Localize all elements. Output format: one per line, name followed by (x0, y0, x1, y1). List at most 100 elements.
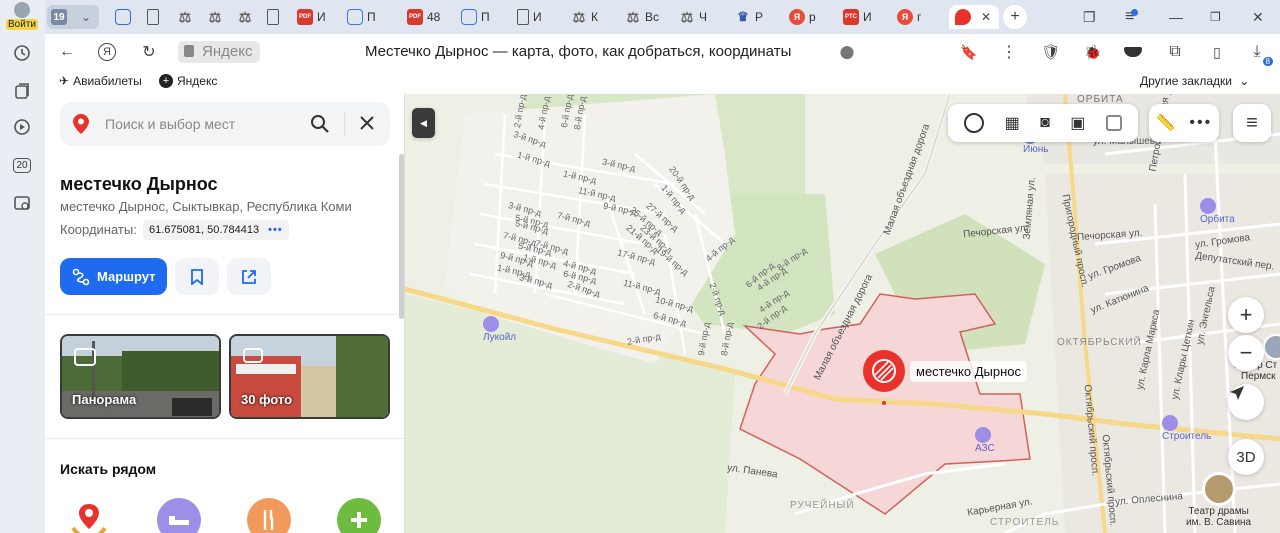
sidebar-toggle-icon[interactable]: ▯ (1205, 40, 1229, 64)
search-divider (344, 112, 345, 136)
traffic-icon[interactable] (1105, 115, 1122, 131)
browser-side-rail: Войти 20 (0, 0, 45, 533)
coordinates-value[interactable]: 61.675081, 50.784413 ••• (143, 220, 289, 240)
tab-mail-1[interactable]: П (347, 5, 376, 29)
tab-scales-1[interactable]: ⚖ (177, 5, 197, 29)
tab-scales-6[interactable]: ⚖ Ч (679, 5, 707, 29)
locate-me-button[interactable] (1228, 384, 1264, 420)
panorama-camera-icon[interactable]: ◙ (1040, 114, 1050, 132)
mail-icon (347, 9, 363, 25)
screenshot-icon[interactable] (11, 192, 33, 214)
close-icon[interactable] (358, 114, 376, 135)
site-info-icon[interactable]: ⬤ (835, 40, 859, 64)
ruler-icon[interactable]: 📏 (1156, 113, 1176, 133)
tab-rtc[interactable]: РТС И (843, 5, 872, 29)
menu-icon[interactable]: ≡ (1125, 5, 1139, 29)
nearby-hotels-icon[interactable] (157, 498, 201, 533)
more-icon[interactable]: ⋮ (997, 40, 1021, 64)
restore-icon[interactable]: ❐ (1210, 5, 1221, 29)
tab-scales-5[interactable]: ⚖ Вс (625, 5, 659, 29)
map-menu-button[interactable]: ≡ (1233, 104, 1271, 142)
theatre-icon (1201, 472, 1236, 506)
reload-icon[interactable]: ↻ (137, 40, 161, 64)
bookmark-page-icon[interactable]: 🔖 (957, 40, 981, 64)
tab-counter[interactable]: 19 ⌄ (47, 5, 99, 29)
rail-badge-20[interactable]: 20 (11, 154, 33, 176)
tab-doc-3[interactable]: И (517, 5, 542, 29)
search-box[interactable] (60, 102, 390, 146)
page-title[interactable]: Местечко Дырнос — карта, фото, как добра… (365, 43, 791, 60)
poi-theatre[interactable]: Театр драмы им. В. Савина (1186, 472, 1251, 528)
transport-icon[interactable]: ▣ (1070, 113, 1085, 133)
tab-scales-4[interactable]: ⚖ К (571, 5, 598, 29)
poi-lukoil[interactable]: Лукойл (483, 316, 516, 343)
tab-manager-icon[interactable]: ❐ (1083, 5, 1096, 29)
tab-cloud[interactable] (115, 5, 135, 29)
tab-scales-2[interactable]: ⚖ (207, 5, 227, 29)
scales-icon: ⚖ (178, 8, 192, 25)
close-window-icon[interactable]: ✕ (1252, 5, 1264, 29)
panorama-thumb[interactable]: Панорама (60, 334, 221, 419)
nearby-food-icon[interactable] (247, 498, 291, 533)
other-bookmarks[interactable]: Другие закладки ⌄ (1140, 74, 1249, 88)
extension-1-icon[interactable]: 🐞 (1081, 40, 1105, 64)
poi-azs[interactable]: АЗС (975, 427, 995, 454)
bookmark-aviabilety[interactable]: ✈ Авиабилеты (59, 74, 142, 88)
shield-icon[interactable]: 🛡 (1039, 40, 1063, 64)
map-pin-icon (73, 114, 89, 134)
address-domain[interactable]: Яндекс (178, 41, 261, 63)
tab-yandex-2[interactable]: Яг (897, 5, 921, 29)
tab-emblem[interactable]: ♛ Р (735, 5, 763, 29)
tab-doc-2[interactable] (267, 5, 283, 29)
tab-pdf-2[interactable]: PDF 48 (407, 5, 440, 29)
back-icon[interactable]: ← (55, 40, 79, 64)
bookmark-yandex[interactable]: + Яндекс (159, 74, 217, 88)
history-icon[interactable] (11, 42, 33, 64)
user-icon (14, 2, 30, 18)
zoom-out-button[interactable]: − (1228, 335, 1264, 371)
poi-stroitel[interactable]: Строитель (1162, 415, 1211, 442)
downloads-icon[interactable]: ⤓ 8 (1245, 40, 1273, 66)
yandex-plus-icon: + (159, 74, 173, 88)
map-canvas[interactable]: ОРБИТА ОКТЯБРЬСКИЙ РУЧЕЙНЫЙ СТРОИТЕЛЬ ул… (405, 94, 1280, 533)
minimize-icon[interactable]: — (1169, 5, 1183, 29)
more-icon[interactable]: ••• (1189, 114, 1212, 132)
coordinates-label: Координаты: (60, 222, 137, 237)
tab-yandex-1[interactable]: Яр (789, 5, 816, 29)
tab-mail-2[interactable]: П (461, 5, 490, 29)
photos-thumb[interactable]: 30 фото (229, 334, 390, 419)
search-input[interactable] (105, 114, 295, 134)
bookmark-button[interactable] (175, 258, 219, 295)
tab-scales-3[interactable]: ⚖ (237, 5, 257, 29)
collapse-sidebar-button[interactable]: ◀ (412, 108, 435, 138)
selected-place-label[interactable]: местечко Дырнос (910, 361, 1028, 382)
new-tab-button[interactable]: + (1003, 5, 1027, 29)
collections-icon[interactable] (11, 80, 33, 102)
map-type-icon[interactable]: ▦ (1005, 113, 1020, 133)
nearby-attractions-icon[interactable] (67, 498, 111, 533)
tab-active-maps[interactable]: ✕ (949, 5, 999, 29)
fuel-icon (483, 316, 499, 332)
poi-orbita[interactable]: Орбита (1200, 198, 1235, 225)
route-button[interactable]: Маршрут (60, 258, 167, 295)
extension-2-icon[interactable] (1121, 40, 1145, 64)
layers-icon[interactable] (964, 113, 985, 133)
more-dots-icon[interactable]: ••• (268, 224, 283, 236)
zoom-in-button[interactable]: + (1228, 297, 1264, 333)
tab-doc[interactable] (147, 5, 163, 29)
district-label: ОКТЯБРЬСКИЙ (1057, 337, 1142, 348)
tab-pdf-1[interactable]: PDF И (297, 5, 326, 29)
nearby-more-icon[interactable] (337, 498, 381, 533)
video-icon[interactable] (11, 116, 33, 138)
sidebar-scrollbar[interactable] (399, 154, 404, 319)
profile-avatar[interactable]: Войти (6, 2, 38, 30)
search-icon[interactable] (310, 114, 330, 137)
mall-icon (1200, 198, 1216, 214)
close-tab-icon[interactable]: ✕ (981, 10, 991, 24)
yandex-home-icon[interactable]: Я (95, 40, 119, 64)
extensions-puzzle-icon[interactable]: ⧉ (1163, 40, 1187, 64)
share-button[interactable] (227, 258, 271, 295)
scales-icon: ⚖ (238, 8, 252, 25)
place-sidebar: местечко Дырнос местечко Дырнос, Сыктывк… (45, 94, 405, 533)
3d-button[interactable]: 3D (1228, 439, 1264, 475)
